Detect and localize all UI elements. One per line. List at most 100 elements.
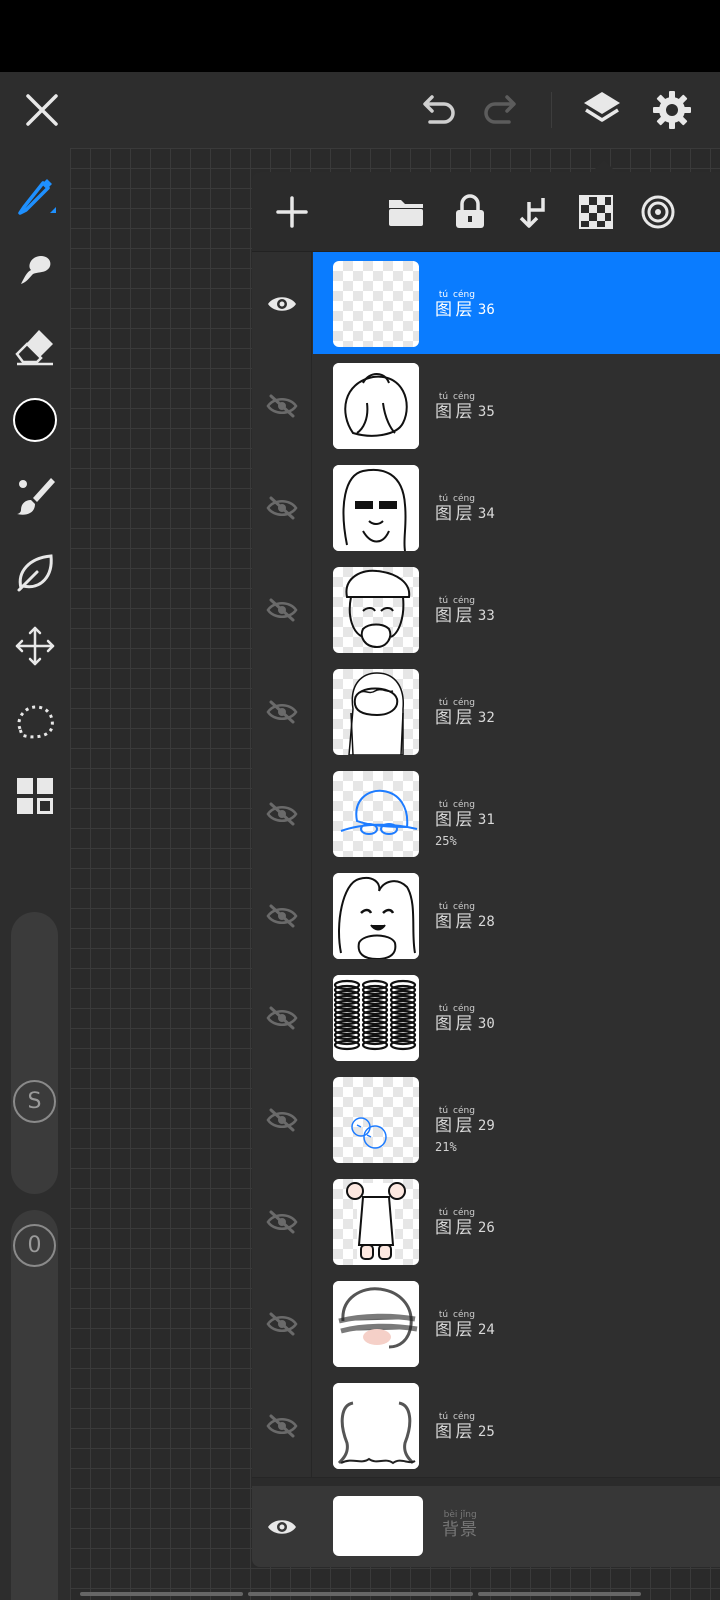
layer-body[interactable]: tú 图 céng 层 28 bbox=[313, 864, 720, 968]
layer-row[interactable]: tú 图 céng 层 30 bbox=[252, 966, 720, 1070]
color-picker[interactable] bbox=[0, 388, 70, 452]
visibility-toggle[interactable] bbox=[252, 1068, 312, 1172]
merge-down-button[interactable] bbox=[503, 182, 563, 242]
layer-body[interactable]: tú 图 céng 层 25 bbox=[313, 1374, 720, 1478]
layer-thumbnail bbox=[333, 567, 419, 653]
close-button[interactable] bbox=[12, 72, 72, 148]
layer-row[interactable]: tú 图 céng 层 35 bbox=[252, 354, 720, 458]
layer-body[interactable]: tú 图 céng 层 30 bbox=[313, 966, 720, 1070]
layer-body[interactable]: tú 图 céng 层 32 bbox=[313, 660, 720, 764]
layer-row[interactable]: tú 图 céng 层 31 25% bbox=[252, 762, 720, 866]
visibility-toggle[interactable] bbox=[252, 354, 312, 458]
eye-icon bbox=[268, 1519, 296, 1534]
grid-icon bbox=[17, 778, 53, 814]
layer-body[interactable]: tú 图 céng 层 24 bbox=[313, 1272, 720, 1376]
layer-body[interactable]: tú 图 céng 层 31 25% bbox=[313, 762, 720, 866]
bottom-scrollbars[interactable] bbox=[0, 1592, 720, 1596]
visibility-toggle[interactable] bbox=[252, 558, 312, 662]
visibility-toggle[interactable] bbox=[252, 252, 312, 356]
redo-button[interactable] bbox=[471, 72, 531, 148]
layer-opacity: 21% bbox=[435, 1140, 457, 1154]
leaf-icon bbox=[17, 554, 53, 592]
layer-row[interactable]: tú 图 céng 层 36 bbox=[252, 252, 720, 356]
layer-thumbnail bbox=[333, 363, 419, 449]
background-thumbnail bbox=[333, 1496, 423, 1556]
lock-icon bbox=[456, 194, 484, 228]
layer-number: 33 bbox=[477, 608, 495, 624]
layer-row[interactable]: tú 图 céng 层 33 bbox=[252, 558, 720, 662]
settings-icon bbox=[653, 91, 691, 129]
scrollbar-segment[interactable] bbox=[248, 1592, 473, 1596]
layer-row[interactable]: tú 图 céng 层 25 bbox=[252, 1374, 720, 1478]
add-layer-button[interactable] bbox=[262, 182, 322, 242]
visibility-toggle[interactable] bbox=[252, 1486, 312, 1567]
toolbar-divider bbox=[551, 92, 552, 128]
layers-button[interactable] bbox=[572, 72, 632, 148]
layer-row[interactable]: tú 图 céng 层 29 21% bbox=[252, 1068, 720, 1172]
layer-opacity: 25% bbox=[435, 834, 457, 848]
visibility-toggle[interactable] bbox=[252, 660, 312, 764]
eye-hidden-icon bbox=[265, 904, 298, 928]
layer-body[interactable]: tú 图 céng 层 33 bbox=[313, 558, 720, 662]
layer-body[interactable]: tú 图 céng 层 34 bbox=[313, 456, 720, 560]
redo-icon bbox=[484, 95, 516, 124]
brush-tool[interactable] bbox=[0, 464, 70, 528]
smudge-tool[interactable] bbox=[0, 238, 70, 302]
transparency-button[interactable] bbox=[566, 182, 626, 242]
layer-number: 25 bbox=[477, 1424, 495, 1440]
layer-number: 26 bbox=[477, 1220, 495, 1236]
layer-row[interactable]: tú 图 céng 层 26 bbox=[252, 1170, 720, 1274]
visibility-toggle[interactable] bbox=[252, 1272, 312, 1376]
visibility-toggle[interactable] bbox=[252, 1170, 312, 1274]
layer-row[interactable]: tú 图 céng 层 24 bbox=[252, 1272, 720, 1376]
brush-size-slider[interactable]: S bbox=[11, 912, 58, 1194]
folder-icon bbox=[389, 200, 423, 226]
background-layer-name: bèi 背 jǐng 景 bbox=[442, 1510, 477, 1540]
eraser-tool[interactable] bbox=[0, 314, 70, 378]
scrollbar-segment[interactable] bbox=[478, 1592, 641, 1596]
layer-thumbnail bbox=[333, 465, 419, 551]
merge-down-icon bbox=[519, 198, 545, 228]
close-icon bbox=[26, 94, 58, 126]
visibility-toggle[interactable] bbox=[252, 966, 312, 1070]
layer-name: tú 图 céng 层 26 bbox=[435, 1208, 495, 1238]
gallery-tool[interactable] bbox=[0, 764, 70, 828]
layer-body[interactable]: tú 图 céng 层 36 bbox=[313, 252, 720, 356]
visibility-toggle[interactable] bbox=[252, 1374, 312, 1478]
layer-body[interactable]: tú 图 céng 层 26 bbox=[313, 1170, 720, 1274]
layer-row[interactable]: tú 图 céng 层 28 bbox=[252, 864, 720, 968]
add-layer-icon bbox=[276, 196, 308, 228]
visibility-toggle[interactable] bbox=[252, 864, 312, 968]
layer-row[interactable]: tú 图 céng 层 34 bbox=[252, 456, 720, 560]
layer-row[interactable]: tú 图 céng 层 32 bbox=[252, 660, 720, 764]
layer-body[interactable]: tú 图 céng 层 35 bbox=[313, 354, 720, 458]
layer-body[interactable]: tú 图 céng 层 29 21% bbox=[313, 1068, 720, 1172]
visibility-toggle[interactable] bbox=[252, 762, 312, 866]
blend-mode-button[interactable] bbox=[628, 182, 688, 242]
app-screen: { "colors": {"accent": "#0a7cff", "panel… bbox=[0, 0, 720, 1600]
layer-thumbnail bbox=[333, 873, 419, 959]
visibility-toggle[interactable] bbox=[252, 456, 312, 560]
leaf-tool[interactable] bbox=[0, 540, 70, 604]
scrollbar-segment[interactable] bbox=[80, 1592, 243, 1596]
pen-icon bbox=[18, 179, 56, 215]
folder-button[interactable] bbox=[376, 182, 436, 242]
layer-name: tú 图 céng 层 34 bbox=[435, 494, 495, 524]
undo-button[interactable] bbox=[408, 72, 468, 148]
layer-name: tú 图 céng 层 29 bbox=[435, 1106, 495, 1136]
eye-hidden-icon bbox=[265, 700, 298, 724]
eye-hidden-icon bbox=[265, 1210, 298, 1234]
lasso-tool[interactable] bbox=[0, 690, 70, 754]
background-layer[interactable]: bèi 背 jǐng 景 bbox=[252, 1486, 720, 1567]
brush-opacity-label: 0 bbox=[13, 1224, 56, 1267]
settings-button[interactable] bbox=[642, 72, 702, 148]
lock-button[interactable] bbox=[440, 182, 500, 242]
layer-number: 31 bbox=[477, 812, 495, 828]
brush-opacity-slider[interactable]: 0 bbox=[11, 1210, 58, 1600]
layer-thumbnail bbox=[333, 1281, 419, 1367]
move-tool[interactable] bbox=[0, 614, 70, 678]
pen-tool[interactable] bbox=[0, 164, 70, 228]
move-icon bbox=[15, 626, 55, 666]
layer-number: 30 bbox=[477, 1016, 495, 1032]
undo-icon bbox=[423, 95, 455, 124]
